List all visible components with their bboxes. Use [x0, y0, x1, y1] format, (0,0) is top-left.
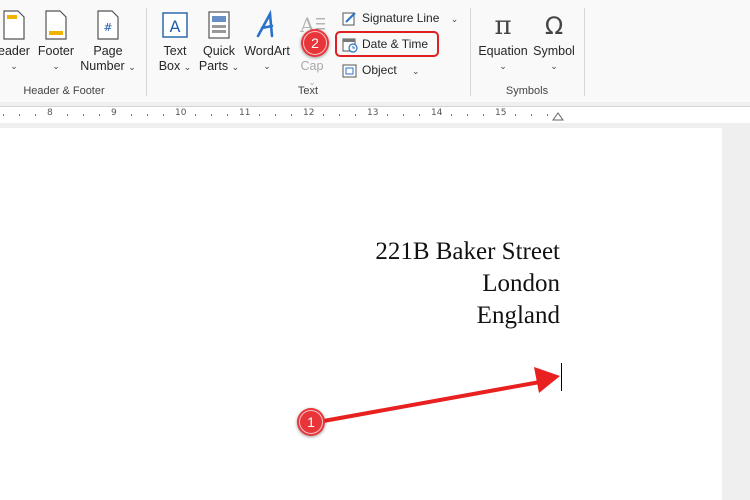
arrow-head-icon [534, 367, 560, 393]
arrow-shaft [317, 380, 541, 424]
step-1-badge: 1 [297, 408, 325, 436]
step-1-number: 1 [307, 414, 315, 430]
annotation-arrow [317, 367, 560, 424]
